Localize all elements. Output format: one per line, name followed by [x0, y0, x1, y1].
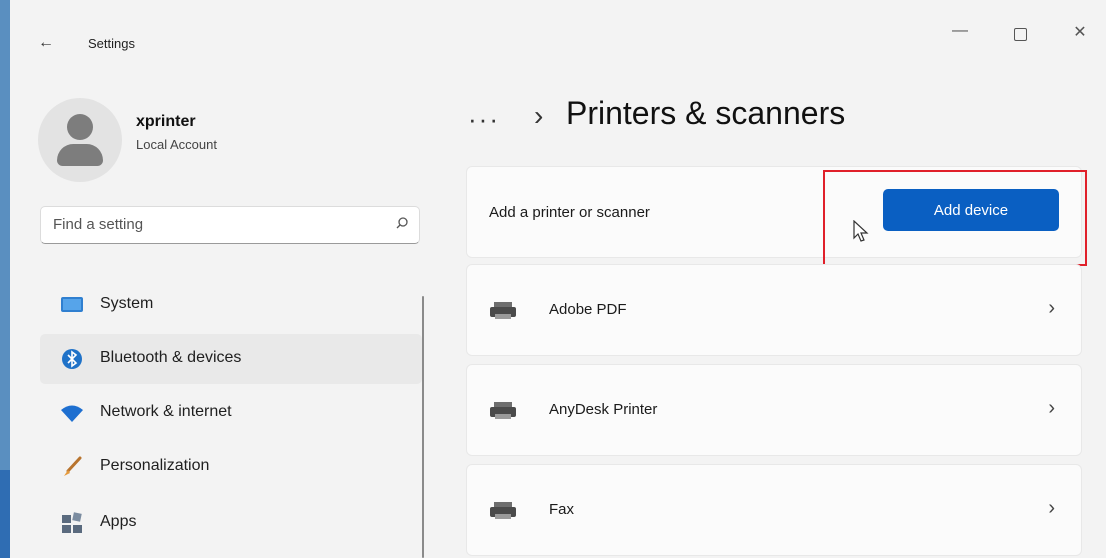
system-icon [61, 297, 83, 312]
desktop-edge-lower [0, 470, 10, 558]
sidebar-item-label: System [100, 295, 154, 312]
user-name: xprinter [136, 113, 196, 130]
add-printer-label: Add a printer or scanner [489, 204, 650, 221]
minimize-icon: — [952, 22, 968, 39]
sidebar-item-bluetooth[interactable]: Bluetooth & devices [40, 334, 422, 384]
printer-item-adobe-pdf[interactable]: Adobe PDF › [466, 264, 1082, 356]
sidebar-item-system[interactable]: System [40, 280, 422, 330]
printer-item-fax[interactable]: Fax › [466, 464, 1082, 556]
printer-icon [490, 302, 516, 319]
minimize-button[interactable]: — [940, 22, 980, 40]
search-input[interactable] [51, 215, 375, 234]
app-title: Settings [88, 36, 135, 51]
printer-name: AnyDesk Printer [549, 401, 658, 418]
chevron-right-icon: › [1048, 397, 1055, 419]
printer-name: Fax [549, 501, 575, 518]
bluetooth-icon [62, 349, 82, 369]
sidebar-item-personalization[interactable]: Personalization [40, 442, 422, 492]
mouse-cursor-icon [853, 220, 869, 242]
wifi-icon [61, 405, 83, 422]
sidebar-item-label: Apps [100, 513, 137, 530]
search-icon[interactable] [395, 216, 409, 230]
page-title: Printers & scanners [566, 95, 846, 131]
chevron-right-icon: › [1048, 497, 1055, 519]
arrow-left-icon: ← [38, 34, 54, 51]
sidebar-item-label: Personalization [100, 457, 210, 474]
chevron-right-icon: › [1048, 297, 1055, 319]
printer-icon [490, 502, 516, 519]
settings-window: ← Settings — ✕ xprinter Local Account Sy… [10, 0, 1106, 558]
maximize-button[interactable] [1000, 22, 1040, 46]
close-button[interactable]: ✕ [1060, 22, 1100, 42]
breadcrumb-more[interactable]: ··· [468, 104, 500, 135]
sidebar-item-label: Network & internet [100, 403, 232, 420]
brush-icon [64, 456, 82, 476]
sidebar-scrollbar[interactable] [422, 296, 424, 558]
avatar-head [67, 114, 93, 140]
sidebar-item-label: Bluetooth & devices [100, 349, 242, 366]
avatar-body [57, 144, 103, 166]
back-button[interactable]: ← [38, 34, 54, 52]
sidebar-item-apps[interactable]: Apps [40, 498, 422, 548]
sidebar-item-network[interactable]: Network & internet [40, 388, 422, 438]
highlight-box [823, 170, 1087, 266]
chevron-right-icon: › [534, 100, 544, 131]
avatar[interactable] [38, 98, 122, 182]
search-box[interactable] [40, 206, 420, 244]
apps-icon [62, 512, 82, 533]
printer-name: Adobe PDF [549, 301, 627, 318]
close-icon: ✕ [1073, 24, 1087, 41]
account-type: Local Account [136, 137, 217, 152]
maximize-icon [1013, 28, 1027, 41]
printer-icon [490, 402, 516, 419]
printer-item-anydesk[interactable]: AnyDesk Printer › [466, 364, 1082, 456]
